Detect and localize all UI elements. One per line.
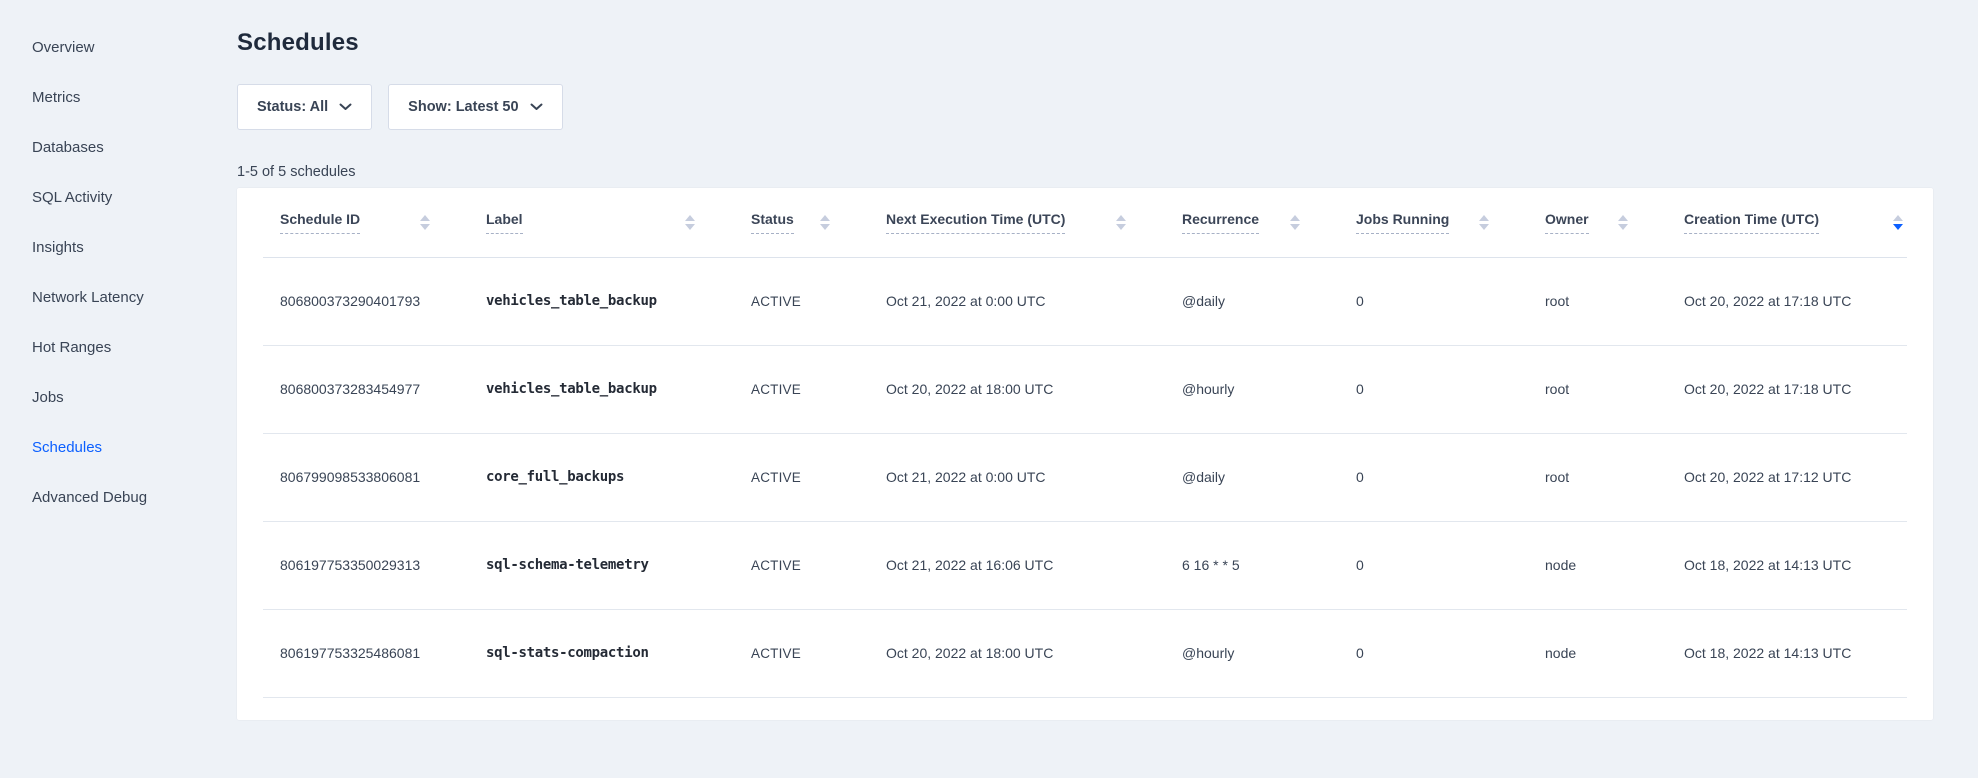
cell-schedule-id: 806197753325486081 <box>263 609 486 697</box>
sort-arrows-icon <box>685 215 695 230</box>
cell-recurrence: @daily <box>1182 433 1356 521</box>
cell-status: ACTIVE <box>751 609 886 697</box>
cell-owner: node <box>1545 609 1684 697</box>
cell-recurrence: 6 16 * * 5 <box>1182 521 1356 609</box>
schedules-table: Schedule ID Label Status Next Execution … <box>263 188 1907 698</box>
cell-creation-time: Oct 18, 2022 at 14:13 UTC <box>1684 609 1907 697</box>
column-header-recurrence[interactable]: Recurrence <box>1182 188 1356 257</box>
status-filter-label: Status: All <box>257 99 328 115</box>
sidebar-item-network-latency[interactable]: Network Latency <box>0 272 237 322</box>
cell-creation-time: Oct 18, 2022 at 14:13 UTC <box>1684 521 1907 609</box>
sidebar-item-advanced-debug[interactable]: Advanced Debug <box>0 472 237 522</box>
filter-bar: Status: All Show: Latest 50 <box>237 84 1933 130</box>
page-title: Schedules <box>237 28 1933 58</box>
sort-arrows-icon <box>420 215 430 230</box>
cell-next-execution-time: Oct 20, 2022 at 18:00 UTC <box>886 609 1182 697</box>
cell-label: vehicles_table_backup <box>486 345 751 433</box>
sort-arrows-icon <box>820 215 830 230</box>
cell-creation-time: Oct 20, 2022 at 17:18 UTC <box>1684 257 1907 345</box>
cell-schedule-id: 806799098533806081 <box>263 433 486 521</box>
sort-arrows-icon <box>1618 215 1628 230</box>
cell-creation-time: Oct 20, 2022 at 17:18 UTC <box>1684 345 1907 433</box>
cell-jobs-running: 0 <box>1356 345 1545 433</box>
status-filter-dropdown[interactable]: Status: All <box>237 84 372 130</box>
cell-next-execution-time: Oct 21, 2022 at 0:00 UTC <box>886 257 1182 345</box>
cell-jobs-running: 0 <box>1356 609 1545 697</box>
show-filter-dropdown[interactable]: Show: Latest 50 <box>388 84 562 130</box>
sidebar-item-sql-activity[interactable]: SQL Activity <box>0 172 237 222</box>
results-count: 1-5 of 5 schedules <box>237 163 1933 181</box>
chevron-down-icon <box>530 103 543 111</box>
cell-status: ACTIVE <box>751 345 886 433</box>
cell-label: vehicles_table_backup <box>486 257 751 345</box>
sort-arrows-icon <box>1479 215 1489 230</box>
column-header-owner[interactable]: Owner <box>1545 188 1684 257</box>
cell-recurrence: @hourly <box>1182 345 1356 433</box>
column-header-creation-time[interactable]: Creation Time (UTC) <box>1684 188 1907 257</box>
column-header-schedule-id[interactable]: Schedule ID <box>263 188 486 257</box>
sidebar-item-metrics[interactable]: Metrics <box>0 72 237 122</box>
cell-recurrence: @hourly <box>1182 609 1356 697</box>
cell-owner: node <box>1545 521 1684 609</box>
chevron-down-icon <box>339 103 352 111</box>
cell-next-execution-time: Oct 21, 2022 at 16:06 UTC <box>886 521 1182 609</box>
column-header-jobs-running[interactable]: Jobs Running <box>1356 188 1545 257</box>
sort-arrows-icon <box>1893 215 1903 230</box>
cell-creation-time: Oct 20, 2022 at 17:12 UTC <box>1684 433 1907 521</box>
sidebar-item-hot-ranges[interactable]: Hot Ranges <box>0 322 237 372</box>
sort-arrows-icon <box>1116 215 1126 230</box>
cell-owner: root <box>1545 345 1684 433</box>
cell-next-execution-time: Oct 20, 2022 at 18:00 UTC <box>886 345 1182 433</box>
sort-arrows-icon <box>1290 215 1300 230</box>
show-filter-label: Show: Latest 50 <box>408 99 518 115</box>
column-header-label[interactable]: Label <box>486 188 751 257</box>
table-row: 806800373283454977 vehicles_table_backup… <box>263 345 1907 433</box>
table-row: 806197753350029313 sql-schema-telemetry … <box>263 521 1907 609</box>
cell-next-execution-time: Oct 21, 2022 at 0:00 UTC <box>886 433 1182 521</box>
cell-status: ACTIVE <box>751 257 886 345</box>
cell-status: ACTIVE <box>751 433 886 521</box>
table-row: 806799098533806081 core_full_backups ACT… <box>263 433 1907 521</box>
cell-owner: root <box>1545 257 1684 345</box>
sidebar-item-insights[interactable]: Insights <box>0 222 237 272</box>
main-content: Schedules Status: All Show: Latest 50 1-… <box>237 0 1978 778</box>
sidebar-item-schedules[interactable]: Schedules <box>0 422 237 472</box>
schedules-table-card: Schedule ID Label Status Next Execution … <box>237 188 1933 720</box>
column-header-next-execution-time[interactable]: Next Execution Time (UTC) <box>886 188 1182 257</box>
column-header-status[interactable]: Status <box>751 188 886 257</box>
table-row: 806800373290401793 vehicles_table_backup… <box>263 257 1907 345</box>
sidebar-item-overview[interactable]: Overview <box>0 22 237 72</box>
cell-label: core_full_backups <box>486 433 751 521</box>
cell-label: sql-schema-telemetry <box>486 521 751 609</box>
table-row: 806197753325486081 sql-stats-compaction … <box>263 609 1907 697</box>
sidebar-item-databases[interactable]: Databases <box>0 122 237 172</box>
cell-status: ACTIVE <box>751 521 886 609</box>
table-header-row: Schedule ID Label Status Next Execution … <box>263 188 1907 257</box>
cell-jobs-running: 0 <box>1356 521 1545 609</box>
sidebar: Overview Metrics Databases SQL Activity … <box>0 0 237 778</box>
cell-schedule-id: 806800373283454977 <box>263 345 486 433</box>
cell-owner: root <box>1545 433 1684 521</box>
cell-label: sql-stats-compaction <box>486 609 751 697</box>
cell-jobs-running: 0 <box>1356 257 1545 345</box>
sidebar-item-jobs[interactable]: Jobs <box>0 372 237 422</box>
cell-jobs-running: 0 <box>1356 433 1545 521</box>
cell-recurrence: @daily <box>1182 257 1356 345</box>
cell-schedule-id: 806197753350029313 <box>263 521 486 609</box>
cell-schedule-id: 806800373290401793 <box>263 257 486 345</box>
